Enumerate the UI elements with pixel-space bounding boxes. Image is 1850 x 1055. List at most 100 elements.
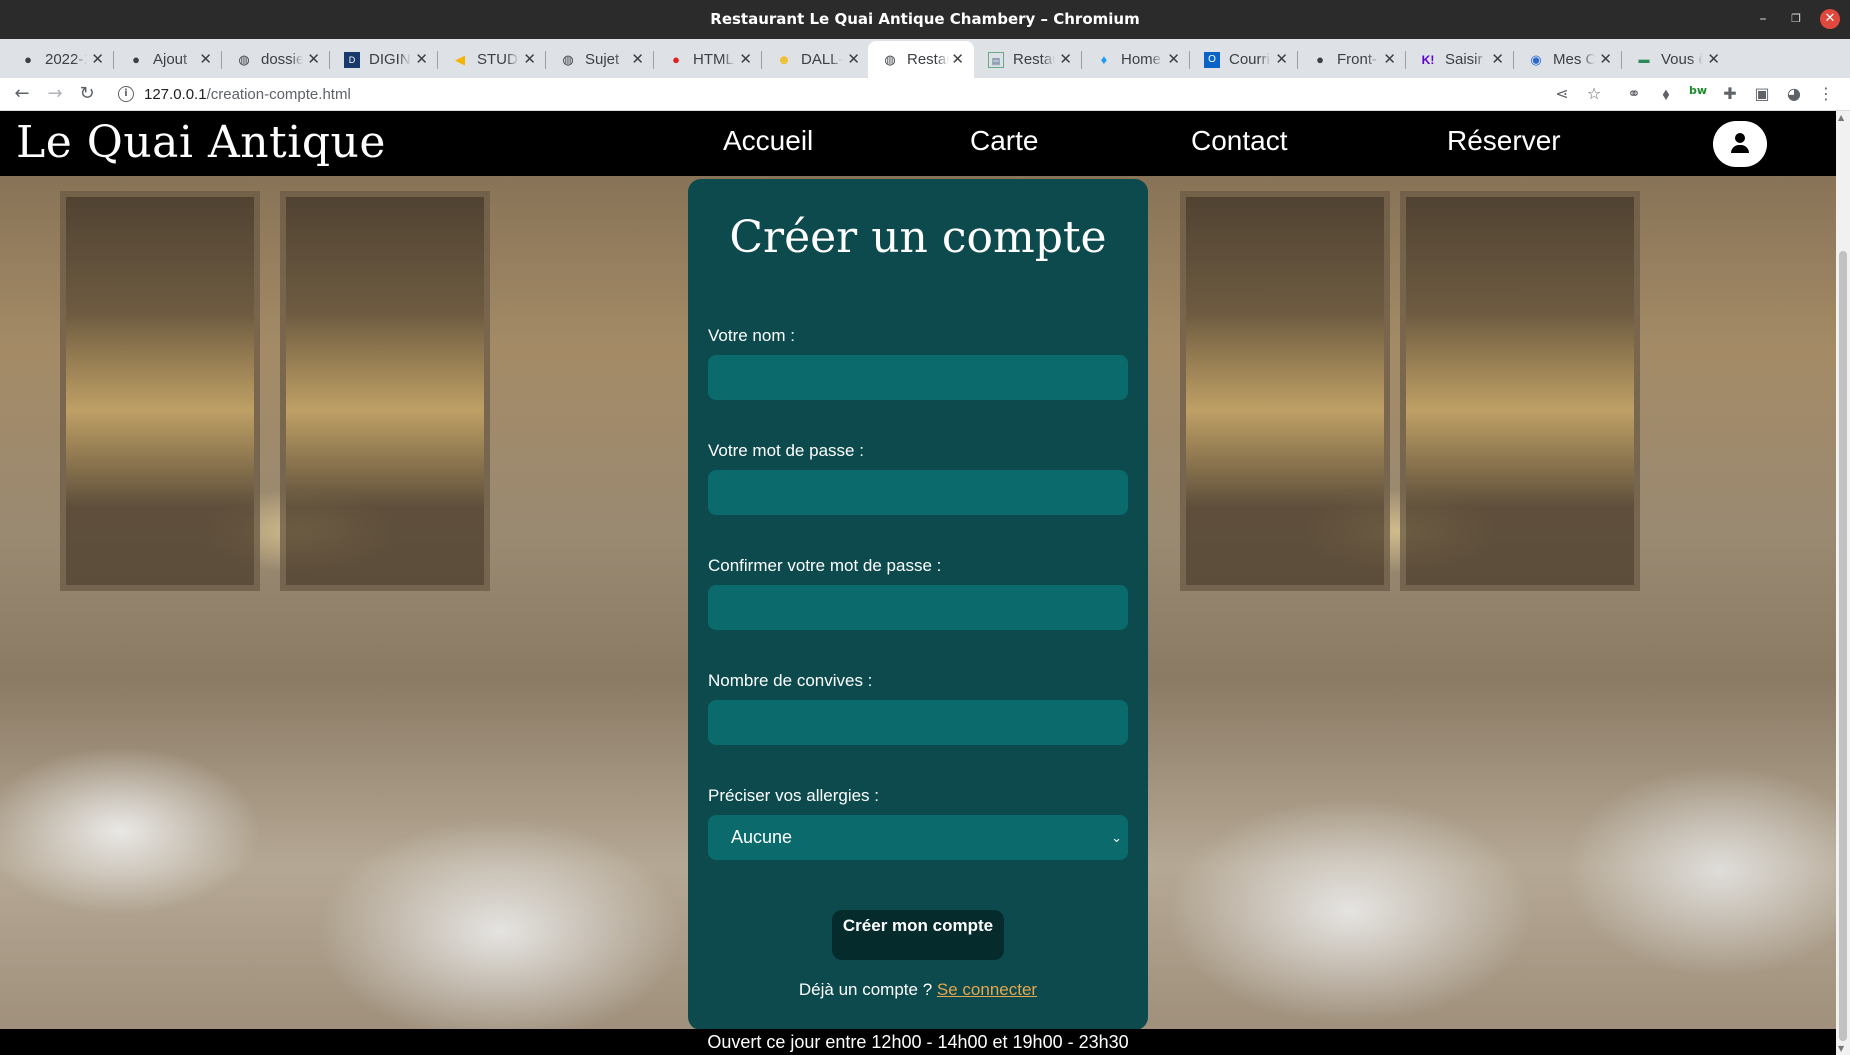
tab-label: Vous ê: [1661, 51, 1703, 68]
tab-label: DALL-E: [801, 51, 843, 68]
tab[interactable]: K! Saisir ✕: [1406, 41, 1514, 78]
user-icon: [1735, 133, 1745, 143]
allergies-select[interactable]: Aucune ⌄: [708, 815, 1128, 860]
tab-close-icon[interactable]: ✕: [1707, 50, 1720, 68]
globe-icon: ◍: [884, 51, 896, 67]
extension-bw-icon[interactable]: bw: [1688, 84, 1708, 97]
confirm-password-input[interactable]: [708, 585, 1128, 630]
yahoo-icon: K!: [1421, 52, 1435, 67]
tab-close-icon[interactable]: ✕: [1059, 50, 1072, 68]
site-info-icon[interactable]: i: [118, 86, 134, 102]
nav-reserver[interactable]: Réserver: [1447, 125, 1561, 157]
create-account-button[interactable]: Créer mon compte: [832, 910, 1004, 960]
extension-pin-icon[interactable]: ⬧: [1656, 84, 1676, 104]
tab-close-icon[interactable]: ✕: [1383, 50, 1396, 68]
tab-label: Front-: [1337, 51, 1378, 68]
tab-close-icon[interactable]: ✕: [951, 50, 964, 68]
chevron-down-icon: ⌄: [1111, 830, 1122, 845]
signin-prompt-line: Déjà un compte ? Se connecter: [688, 980, 1148, 1000]
scroll-down-icon[interactable]: ▼: [1838, 1044, 1844, 1053]
reload-icon[interactable]: ↻: [76, 83, 98, 104]
dalle-icon: ☻: [777, 51, 791, 67]
tab[interactable]: ◉ Mes C ✕: [1514, 41, 1622, 78]
tab-close-icon[interactable]: ✕: [199, 50, 212, 68]
tab[interactable]: ● 2022-1✕: [6, 41, 114, 78]
page-scrollbar[interactable]: ▲ ▼: [1836, 111, 1850, 1055]
allergies-label: Préciser vos allergies :: [708, 786, 880, 805]
allergies-selected-value: Aucune: [731, 827, 793, 847]
tab-label: dossie: [261, 51, 303, 68]
tab[interactable]: O Courri ✕: [1190, 41, 1298, 78]
tab-close-icon[interactable]: ✕: [847, 50, 860, 68]
tab[interactable]: ♦ Home ✕: [1082, 41, 1190, 78]
guests-label: Nombre de convives :: [708, 671, 873, 690]
scroll-up-icon[interactable]: ▲: [1838, 113, 1844, 122]
tab-close-icon[interactable]: ✕: [415, 50, 428, 68]
tab-label: Saisir: [1445, 51, 1483, 68]
nav-carte[interactable]: Carte: [970, 125, 1038, 157]
nav-contact[interactable]: Contact: [1191, 125, 1288, 157]
tab-close-icon[interactable]: ✕: [307, 50, 320, 68]
menu-kebab-icon[interactable]: ⋮: [1816, 84, 1836, 103]
address-bar[interactable]: 127.0.0.1/creation-compte.html: [144, 86, 351, 103]
password-input[interactable]: [708, 470, 1128, 515]
side-panel-icon[interactable]: ▣: [1752, 84, 1772, 103]
share-icon[interactable]: ⋖: [1552, 84, 1572, 103]
tab-label: STUDI: [477, 51, 519, 68]
tab[interactable]: ◍ Sujet ✕: [546, 41, 654, 78]
tab-close-icon[interactable]: ✕: [1275, 50, 1288, 68]
back-arrow-icon[interactable]: ←: [11, 83, 33, 104]
minimize-icon[interactable]: –: [1753, 9, 1773, 29]
page-viewport: Le Quai Antique Accueil Carte Contact Ré…: [0, 111, 1836, 1055]
edge-icon: ◉: [1530, 51, 1542, 67]
tab[interactable]: ● HTML ✕: [654, 41, 762, 78]
signin-prompt: Déjà un compte ?: [798, 980, 933, 999]
name-input[interactable]: [708, 355, 1128, 400]
background-restaurant-image: [60, 191, 260, 591]
studi-icon: ◀: [455, 51, 465, 67]
tab-close-icon[interactable]: ✕: [631, 50, 644, 68]
scrollbar-thumb[interactable]: [1839, 251, 1847, 1041]
tab-close-icon[interactable]: ✕: [1599, 50, 1612, 68]
forward-arrow-icon[interactable]: →: [44, 83, 66, 104]
tab[interactable]: ▤ Restau✕: [974, 41, 1082, 78]
tab-close-icon[interactable]: ✕: [91, 50, 104, 68]
form-title: Créer un compte: [729, 212, 1107, 263]
maximize-icon[interactable]: ❐: [1786, 9, 1806, 29]
tab[interactable]: ◀ STUDI ✕: [438, 41, 546, 78]
bookmark-star-icon[interactable]: ☆: [1584, 84, 1604, 103]
close-icon[interactable]: ✕: [1820, 9, 1840, 29]
tab-label: Courri: [1229, 51, 1270, 68]
tab[interactable]: D DIGIN ✕: [330, 41, 438, 78]
tab[interactable]: ● Ajout ✕: [114, 41, 222, 78]
site-logo[interactable]: Le Quai Antique: [16, 117, 386, 168]
tab-label: Mes C: [1553, 51, 1595, 68]
outlook-icon: O: [1204, 51, 1220, 68]
tab-strip: ●2022-1✕ ●Ajout✕ ◍dossie✕ DDIGIN✕ ◀STUDI…: [0, 39, 1850, 109]
tab[interactable]: ● Front- ✕: [1298, 41, 1406, 78]
tab[interactable]: ☻ DALL-E✕: [762, 41, 870, 78]
site-header: Le Quai Antique Accueil Carte Contact Ré…: [0, 111, 1836, 176]
tab-label: Sujet: [585, 51, 620, 68]
tab-close-icon[interactable]: ✕: [739, 50, 752, 68]
name-label: Votre nom :: [708, 326, 795, 345]
extension-link-icon[interactable]: ⚭: [1624, 84, 1644, 103]
tab-label: Restau: [1013, 51, 1055, 68]
tab-close-icon[interactable]: ✕: [1167, 50, 1180, 68]
tab[interactable]: ▬ Vous ê ✕: [1622, 41, 1730, 78]
globe-icon: ◍: [562, 51, 574, 67]
tab-label: Restau: [907, 51, 949, 68]
profile-icon[interactable]: ◕: [1784, 84, 1804, 103]
tab-label: 2022-1: [45, 51, 87, 68]
signin-link[interactable]: Se connecter: [937, 980, 1037, 999]
account-button[interactable]: [1713, 121, 1767, 167]
tab-close-icon[interactable]: ✕: [523, 50, 536, 68]
tab-active[interactable]: ◍ Restau✕: [868, 41, 974, 78]
guests-input[interactable]: [708, 700, 1128, 745]
tab-close-icon[interactable]: ✕: [1491, 50, 1504, 68]
html-icon: ●: [672, 51, 680, 67]
extensions-puzzle-icon[interactable]: ✚: [1720, 84, 1740, 103]
browser-toolbar: ← → ↻ i 127.0.0.1/creation-compte.html ⋖…: [0, 78, 1850, 111]
nav-accueil[interactable]: Accueil: [723, 125, 813, 157]
tab[interactable]: ◍ dossie ✕: [222, 41, 330, 78]
